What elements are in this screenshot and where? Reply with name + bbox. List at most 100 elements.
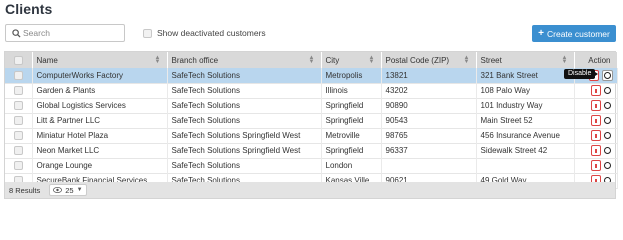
cell-city: London xyxy=(321,158,382,173)
trash-icon[interactable] xyxy=(590,130,601,141)
disable-button[interactable] xyxy=(601,69,613,81)
table-row[interactable]: Litt & Partner LLC SafeTech Solutions Spri… xyxy=(5,113,618,128)
sort-icon[interactable]: ▲ ▼ xyxy=(155,55,161,65)
show-deactivated-toggle[interactable]: Show deactivated customers xyxy=(143,28,266,38)
page-size-select[interactable]: 25 ▼ xyxy=(49,184,87,196)
cell-zip: 13821 xyxy=(381,68,477,83)
cell-branch: SafeTech Solutions xyxy=(167,98,322,113)
table-row[interactable]: Orange Lounge SafeTech Solutions London xyxy=(5,158,618,173)
table-header-row: Name ▲ ▼ Branch office ▲ ▼ City ▲ ▼ Postal Cod… xyxy=(5,52,618,68)
trash-icon[interactable] xyxy=(590,85,601,96)
sort-icon[interactable]: ▲ ▼ xyxy=(464,55,470,65)
disable-button[interactable] xyxy=(603,117,611,124)
column-header-zip[interactable]: Postal Code (ZIP) ▲ ▼ xyxy=(381,52,477,68)
create-customer-button[interactable]: + Create customer xyxy=(532,25,616,42)
page-title: Clients xyxy=(5,1,53,17)
cell-name: Global Logistics Services xyxy=(32,98,168,113)
row-checkbox[interactable] xyxy=(13,101,23,111)
cell-city: Springfield xyxy=(321,98,382,113)
show-deactivated-checkbox[interactable] xyxy=(143,28,152,38)
row-select-cell[interactable] xyxy=(5,158,33,173)
cell-branch: SafeTech Solutions xyxy=(167,83,322,98)
disable-ring-icon xyxy=(603,72,611,80)
row-actions xyxy=(574,83,618,98)
row-actions xyxy=(574,143,618,158)
disable-button[interactable] xyxy=(603,147,611,154)
column-header-name[interactable]: Name ▲ ▼ xyxy=(32,52,168,68)
create-customer-label: Create customer xyxy=(547,28,610,39)
table-row[interactable]: Neon Market LLC SafeTech Solutions Spring… xyxy=(5,143,618,158)
trash-icon[interactable] xyxy=(590,115,601,126)
row-select-cell[interactable] xyxy=(5,128,33,143)
chevron-down-icon: ▼ xyxy=(76,187,83,193)
column-header-city[interactable]: City ▲ ▼ xyxy=(321,52,382,68)
search-box[interactable] xyxy=(5,24,125,42)
row-select-cell[interactable] xyxy=(5,98,33,113)
row-actions xyxy=(574,158,618,173)
disable-button[interactable] xyxy=(603,102,611,109)
column-header-street[interactable]: Street ▲ ▼ xyxy=(476,52,575,68)
cell-branch: SafeTech Solutions Springfield West xyxy=(167,143,322,158)
trash-icon[interactable] xyxy=(590,145,601,156)
cell-street: 456 Insurance Avenue xyxy=(476,128,575,143)
cell-name: Garden & Plants xyxy=(32,83,168,98)
trash-icon[interactable] xyxy=(590,100,601,111)
cell-branch: SafeTech Solutions xyxy=(167,113,322,128)
clients-table: Name ▲ ▼ Branch office ▲ ▼ City ▲ ▼ Postal Cod… xyxy=(4,51,618,196)
cell-street: 321 Bank Street xyxy=(476,68,575,83)
cell-street xyxy=(476,158,575,173)
table-row[interactable]: Miniatur Hotel Plaza SafeTech Solutions S… xyxy=(5,128,618,143)
search-icon xyxy=(9,28,23,38)
row-checkbox[interactable] xyxy=(13,116,23,126)
disable-button[interactable] xyxy=(603,132,611,139)
disable-tooltip: Disable xyxy=(564,69,599,79)
sort-icon[interactable]: ▲ ▼ xyxy=(309,55,315,65)
cell-zip: 43202 xyxy=(381,83,477,98)
disable-button[interactable] xyxy=(603,162,611,169)
column-header-action: Action xyxy=(574,52,618,68)
plus-icon: + xyxy=(538,27,544,39)
row-select-cell[interactable] xyxy=(5,83,33,98)
trash-icon[interactable] xyxy=(590,160,601,171)
row-checkbox[interactable] xyxy=(13,70,23,80)
cell-name: Neon Market LLC xyxy=(32,143,168,158)
search-input[interactable] xyxy=(23,28,119,38)
row-checkbox[interactable] xyxy=(13,161,23,171)
table-footer: 8 Results 25 ▼ xyxy=(4,182,616,199)
cell-street: 108 Palo Way xyxy=(476,83,575,98)
cell-city: Springfield xyxy=(321,113,382,128)
table-row[interactable]: ComputerWorks Factory SafeTech Solutions M… xyxy=(5,68,618,83)
cell-name: Orange Lounge xyxy=(32,158,168,173)
row-select-cell[interactable] xyxy=(5,143,33,158)
column-header-branch[interactable]: Branch office ▲ ▼ xyxy=(167,52,322,68)
row-checkbox[interactable] xyxy=(13,86,23,96)
row-checkbox[interactable] xyxy=(13,146,23,156)
eye-icon xyxy=(53,186,63,195)
cell-branch: SafeTech Solutions Springfield West xyxy=(167,128,322,143)
row-select-cell[interactable] xyxy=(5,68,33,83)
select-all-header[interactable] xyxy=(5,52,33,68)
cell-zip xyxy=(381,158,477,173)
cell-street: Sidewalk Street 42 xyxy=(476,143,575,158)
cell-zip: 98765 xyxy=(381,128,477,143)
page-size-value: 25 xyxy=(65,185,74,195)
sort-icon[interactable]: ▲ ▼ xyxy=(562,55,568,65)
show-deactivated-label: Show deactivated customers xyxy=(157,28,266,38)
row-checkbox[interactable] xyxy=(13,131,23,141)
results-count: 8 Results xyxy=(9,185,41,195)
sort-icon[interactable]: ▲ ▼ xyxy=(369,55,375,65)
cell-city: Springfield xyxy=(321,143,382,158)
cell-city: Metropolis xyxy=(321,68,382,83)
row-actions xyxy=(574,113,618,128)
table-row[interactable]: Garden & Plants SafeTech Solutions Illinoi… xyxy=(5,83,618,98)
cell-branch: SafeTech Solutions xyxy=(167,158,322,173)
cell-zip: 96337 xyxy=(381,143,477,158)
disable-button[interactable] xyxy=(603,87,611,94)
cell-name: Litt & Partner LLC xyxy=(32,113,168,128)
cell-branch: SafeTech Solutions xyxy=(167,68,322,83)
select-all-checkbox[interactable] xyxy=(13,55,23,65)
table-row[interactable]: Global Logistics Services SafeTech Soluti… xyxy=(5,98,618,113)
cell-name: Miniatur Hotel Plaza xyxy=(32,128,168,143)
row-select-cell[interactable] xyxy=(5,113,33,128)
cell-street: 101 Industry Way xyxy=(476,98,575,113)
